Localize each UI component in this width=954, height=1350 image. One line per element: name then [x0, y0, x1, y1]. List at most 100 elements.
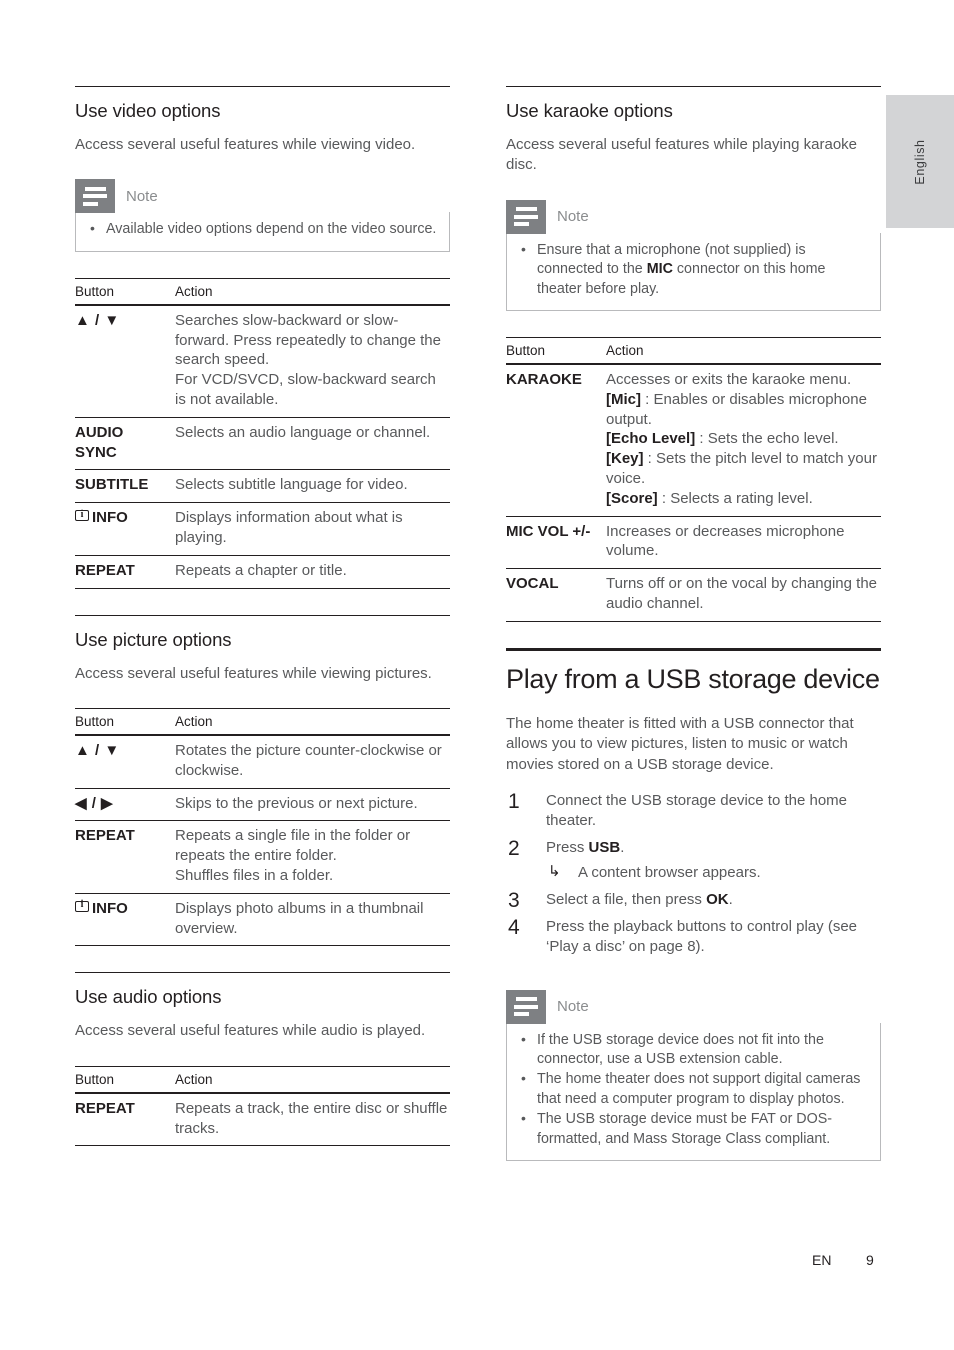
note-list-item: Ensure that a microphone (not supplied) … [517, 240, 868, 299]
note-list-item: Available video options depend on the vi… [86, 219, 437, 239]
table-header-row: Button Action [75, 707, 450, 736]
cell-button: MIC VOL +/- [506, 516, 606, 570]
cell-button-label: INFO [92, 899, 128, 917]
column-header-action: Action [175, 277, 450, 306]
note-body: If the USB storage device does not fit i… [506, 1022, 881, 1162]
note-icon [75, 179, 115, 214]
note-label: Note [557, 998, 589, 1016]
step-text: Connect the USB storage device to the ho… [546, 792, 848, 829]
note-box-karaoke: Note Ensure that a microphone (not suppl… [506, 199, 881, 312]
table-audio-options: Button Action REPEAT Repeats a track, th… [75, 1065, 450, 1147]
table-row: SUBTITLE Selects subtitle language for v… [75, 469, 450, 504]
column-header-button: Button [506, 337, 606, 366]
cell-button: REPEAT [75, 820, 175, 894]
cell-action: Selects subtitle language for video. [175, 469, 450, 504]
note-body: Ensure that a microphone (not supplied) … [506, 232, 881, 312]
cell-button-label: INFO [92, 509, 128, 527]
table-row: VOCAL Turns off or on the vocal by chang… [506, 568, 881, 622]
chapter-rule [506, 647, 881, 651]
cell-button: ◀ / ▶ [75, 788, 175, 822]
note-icon [506, 199, 546, 234]
step-number: 2 [508, 836, 520, 860]
note-list: If the USB storage device does not fit i… [517, 1030, 868, 1150]
section-use-video-options: Use video options Access several useful … [75, 86, 450, 589]
footer-locale: EN [812, 1252, 832, 1268]
note-list: Available video options depend on the vi… [86, 219, 437, 239]
step-text: Press USB. [546, 838, 625, 856]
cell-action: Accesses or exits the karaoke menu. [Mic]… [606, 364, 881, 517]
section-rule [75, 614, 450, 616]
table-video-options: Button Action ▲ / ▼ Searches slow-backwa… [75, 277, 450, 589]
cell-action: Skips to the previous or next picture. [175, 788, 450, 822]
right-column: Use karaoke options Access several usefu… [506, 86, 881, 1187]
list-item: 2 Press USB. ↳ A content browser appears… [506, 836, 881, 884]
table-karaoke-options: Button Action KARAOKE Accesses or exits … [506, 337, 881, 622]
cell-action-text: Searches slow-backward or slow-forward. … [175, 311, 441, 409]
table-wrap-video: Button Action ▲ / ▼ Searches slow-backwa… [75, 277, 450, 589]
language-tab-label: English [913, 138, 927, 185]
section-play-from-usb: Play from a USB storage device The home … [506, 647, 881, 1162]
intro-text-audio: Access several useful features while aud… [75, 1022, 426, 1040]
cell-action: Displays photo albums in a thumbnail ove… [175, 893, 450, 947]
note-icon [506, 989, 546, 1024]
step-number: 1 [508, 790, 520, 814]
step-number: 3 [508, 889, 520, 913]
table-row: MIC VOL +/- Increases or decreases micro… [506, 516, 881, 570]
step-text: Press the playback buttons to control pl… [546, 918, 858, 955]
column-header-action: Action [175, 707, 450, 736]
table-row: AUDIO SYNC Selects an audio language or … [75, 417, 450, 471]
cell-action: Turns off or on the vocal by changing th… [606, 568, 881, 622]
section-use-picture-options: Use picture options Access several usefu… [75, 614, 450, 947]
table-wrap-audio: Button Action REPEAT Repeats a track, th… [75, 1065, 450, 1147]
note-box-video: Note Available video options depend on t… [75, 179, 450, 252]
cell-button: SUBTITLE [75, 469, 175, 504]
cell-action: Increases or decreases microphone volume… [606, 516, 881, 570]
list-item: 3 Select a file, then press OK. [506, 889, 881, 912]
intro-text-karaoke: Access several useful features while pla… [506, 136, 858, 174]
page-title-play-from-usb: Play from a USB storage device [506, 663, 880, 694]
cell-action: Repeats a chapter or title. [175, 555, 450, 589]
cell-button: KARAOKE [506, 364, 606, 517]
column-header-action: Action [175, 1065, 450, 1094]
note-header: Note [506, 199, 881, 234]
table-row: REPEAT Repeats a track, the entire disc … [75, 1092, 450, 1147]
section-rule [506, 86, 881, 87]
cell-action: Repeats a track, the entire disc or shuf… [175, 1092, 450, 1147]
note-header: Note [75, 179, 450, 214]
section-use-audio-options: Use audio options Access several useful … [75, 972, 450, 1147]
column-header-action: Action [606, 337, 881, 366]
table-row: KARAOKE Accesses or exits the karaoke me… [506, 364, 881, 517]
table-row: ◀ / ▶ Skips to the previous or next pict… [75, 788, 450, 822]
column-header-button: Button [75, 277, 175, 306]
note-header: Note [506, 989, 881, 1024]
cell-button: AUDIO SYNC [75, 417, 175, 471]
cell-button: ▲ / ▼ [75, 734, 175, 789]
intro-text-video: Access several useful features while vie… [75, 136, 416, 153]
cell-button: REPEAT [75, 555, 175, 589]
note-box-usb: Note If the USB storage device does not … [506, 989, 881, 1162]
note-body: Available video options depend on the vi… [75, 212, 450, 252]
cell-button: ▲ / ▼ [75, 304, 175, 418]
table-row: ▲ / ▼ Searches slow-backward or slow-for… [75, 304, 450, 418]
column-header-button: Button [75, 707, 175, 736]
cell-button: INFO [75, 893, 175, 947]
cell-button: REPEAT [75, 1092, 175, 1147]
note-label: Note [126, 187, 158, 205]
table-wrap-picture: Button Action ▲ / ▼ Rotates the picture … [75, 707, 450, 947]
cell-action: Selects an audio language or channel. [175, 417, 450, 471]
cell-action: Repeats a single file in the folder or r… [175, 820, 450, 894]
language-tab: English [886, 95, 954, 228]
cell-action: Displays information about what is playi… [175, 502, 450, 556]
intro-text-usb: The home theater is fitted with a USB co… [506, 714, 854, 773]
column-header-button: Button [75, 1065, 175, 1094]
cell-action: Searches slow-backward or slow-forward. … [175, 304, 450, 418]
table-row: INFO Displays photo albums in a thumbnai… [75, 893, 450, 947]
steps-list: 1 Connect the USB storage device to the … [506, 790, 881, 957]
note-list: Ensure that a microphone (not supplied) … [517, 240, 868, 299]
section-rule [75, 972, 450, 974]
cell-action-text: Repeats a single file in the folder or r… [175, 827, 411, 884]
cell-button: VOCAL [506, 568, 606, 622]
cell-action: Rotates the picture counter-clockwise or… [175, 734, 450, 789]
table-header-row: Button Action [506, 337, 881, 366]
